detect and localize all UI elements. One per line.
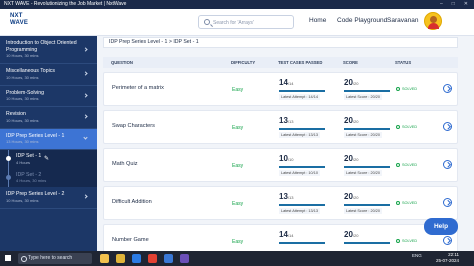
sidebar-item-revision[interactable]: Revision 10 Hours, 30 mins	[0, 107, 97, 129]
status-badge: SOLVED	[396, 201, 417, 205]
table-row[interactable]: Math Quiz Easy 10/10 Latest Attempt : 10…	[103, 148, 458, 182]
question-title[interactable]: Perimeter of a matrix	[112, 85, 164, 91]
vscode-icon[interactable]	[164, 254, 173, 263]
score-progress-bar	[344, 166, 390, 168]
search-input[interactable]	[213, 18, 291, 27]
taskbar-clock[interactable]: 22:11 25-07-2024	[436, 252, 459, 264]
sidebar-subitem-idp-set-1[interactable]: IDP Set - 1 4 Hours ✎	[0, 150, 97, 169]
main-content: IDP Prep Series Level - 1 > IDP Set - 1 …	[97, 36, 474, 251]
status-badge: SOLVED	[396, 163, 417, 167]
question-title[interactable]: Difficult Addition	[112, 199, 152, 205]
breadcrumb[interactable]: IDP Prep Series Level - 1 > IDP Set - 1	[103, 37, 458, 48]
col-score: SCORE	[343, 60, 358, 65]
question-title[interactable]: Number Game	[112, 237, 149, 243]
help-button[interactable]: Help	[424, 218, 458, 235]
step-dot	[6, 174, 11, 180]
tests-latest-attempt: Latest Attempt : 14/14	[279, 94, 320, 100]
score-value: 20/20	[344, 154, 359, 163]
table-row[interactable]: Swap Characters Easy 13/13 Latest Attemp…	[103, 110, 458, 144]
col-question: QUESTION	[111, 60, 133, 65]
language-indicator[interactable]: ENG	[412, 253, 422, 258]
teams-icon[interactable]	[180, 254, 189, 263]
status-badge: SOLVED	[396, 239, 417, 243]
pencil-icon: ✎	[44, 156, 50, 162]
close-icon[interactable]: ✕	[464, 0, 468, 9]
task-view-icon[interactable]	[100, 254, 109, 263]
tests-passed: 13/13	[279, 116, 294, 125]
tests-progress-bar	[279, 128, 325, 130]
tests-passed: 14/14	[279, 78, 294, 87]
nav-code-playground-link[interactable]: Code Playground	[337, 17, 387, 24]
table-row[interactable]: Perimeter of a matrix Easy 14/14 Latest …	[103, 72, 458, 106]
table-row[interactable]: Number Game Easy 14/14 20/20 SOLVED	[103, 224, 458, 251]
tests-progress-bar	[279, 204, 325, 206]
question-title[interactable]: Math Quiz	[112, 161, 138, 167]
score-progress-bar	[344, 90, 390, 92]
sidebar-item-idp-level-1[interactable]: IDP Prep Series Level - 1 13 Hours, 30 m…	[0, 128, 97, 150]
window-title-bar: NXT WAVE - Revolutionizing the Job Marke…	[0, 0, 474, 9]
score-progress-bar	[344, 204, 390, 206]
score-progress-bar	[344, 242, 390, 244]
score-latest: Latest Score : 20/20	[344, 170, 382, 176]
tests-passed: 14/14	[279, 230, 294, 239]
arrow-right-circle-icon[interactable]	[443, 160, 452, 169]
sidebar-item-problem-solving[interactable]: Problem-Solving 10 Hours, 30 mins	[0, 86, 97, 107]
nav-home-link[interactable]: Home	[309, 17, 326, 24]
current-step-dot	[6, 156, 11, 161]
col-test-cases: TEST CASES PASSED	[278, 60, 323, 65]
sidebar-subitem-idp-set-2[interactable]: IDP Set - 2 4 Hours, 30 mins	[0, 168, 97, 187]
score-value: 20/20	[344, 192, 359, 201]
maximize-icon[interactable]: □	[452, 0, 455, 9]
edge-icon[interactable]	[132, 254, 141, 263]
table-row[interactable]: Difficult Addition Easy 13/13 Latest Att…	[103, 186, 458, 220]
arrow-right-circle-icon[interactable]	[443, 84, 452, 93]
question-title[interactable]: Swap Characters	[112, 123, 155, 129]
col-status: STATUS	[395, 60, 412, 65]
score-value: 20/20	[344, 116, 359, 125]
window-title: NXT WAVE - Revolutionizing the Job Marke…	[4, 1, 127, 7]
score-progress-bar	[344, 128, 390, 130]
chrome-icon[interactable]	[148, 254, 157, 263]
tests-latest-attempt: Latest Attempt : 10/10	[279, 170, 320, 176]
difficulty-label: Easy	[232, 239, 244, 245]
tests-passed: 10/10	[279, 154, 294, 163]
arrow-right-circle-icon[interactable]	[443, 236, 452, 245]
arrow-right-circle-icon[interactable]	[443, 198, 452, 207]
status-badge: SOLVED	[396, 125, 417, 129]
search-icon	[204, 19, 210, 25]
windows-start-icon[interactable]	[5, 255, 11, 261]
tests-progress-bar	[279, 166, 325, 168]
avatar[interactable]	[424, 12, 442, 30]
col-difficulty: DIFFICULTY	[231, 60, 256, 65]
tests-latest-attempt: Latest Attempt : 13/13	[279, 132, 320, 138]
file-explorer-icon[interactable]	[116, 254, 125, 263]
course-sidebar: Introduction to Object Oriented Programm…	[0, 36, 97, 251]
status-badge: SOLVED	[396, 87, 417, 91]
nxtwave-logo[interactable]: NXT WAVE	[10, 13, 30, 33]
search-box[interactable]	[198, 15, 294, 29]
difficulty-label: Easy	[232, 163, 244, 169]
score-latest: Latest Score : 20/20	[344, 208, 382, 214]
tests-passed: 13/13	[279, 192, 294, 201]
tests-progress-bar	[279, 90, 325, 92]
difficulty-label: Easy	[232, 201, 244, 207]
top-header: NXT WAVE Home Code Playground Saravanan	[0, 9, 474, 36]
tests-progress-bar	[279, 242, 325, 244]
windows-taskbar: Type here to search ENG 22:11 25-07-2024	[0, 251, 474, 266]
minimize-icon[interactable]: –	[440, 0, 443, 9]
arrow-right-circle-icon[interactable]	[443, 122, 452, 131]
score-value: 20/20	[344, 230, 359, 239]
sidebar-item-idp-level-2[interactable]: IDP Prep Series Level - 2 10 Hours, 30 m…	[0, 187, 97, 209]
difficulty-label: Easy	[232, 87, 244, 93]
sidebar-item-misc[interactable]: Miscellaneous Topics 10 Hours, 30 mins	[0, 64, 97, 86]
score-latest: Latest Score : 20/20	[344, 132, 382, 138]
user-name[interactable]: Saravanan	[387, 17, 418, 24]
taskbar-search[interactable]: Type here to search	[18, 253, 92, 264]
score-value: 20/20	[344, 78, 359, 87]
score-latest: Latest Score : 20/20	[344, 94, 382, 100]
tests-latest-attempt: Latest Attempt : 13/13	[279, 208, 320, 214]
sidebar-item-oop[interactable]: Introduction to Object Oriented Programm…	[0, 36, 97, 64]
table-header: QUESTION DIFFICULTY TEST CASES PASSED SC…	[103, 57, 458, 68]
difficulty-label: Easy	[232, 125, 244, 131]
